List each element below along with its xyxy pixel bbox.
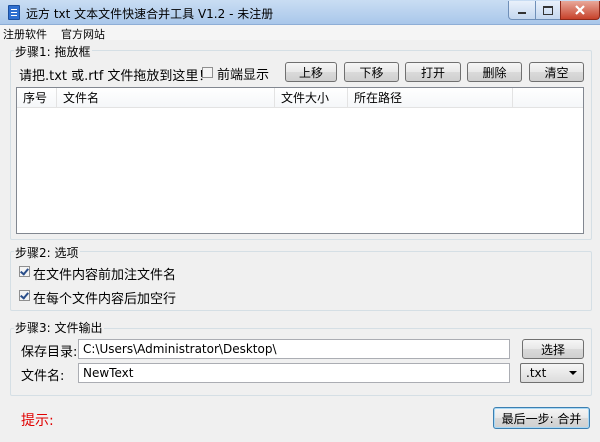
maximize-button[interactable]: [535, 1, 561, 20]
drop-hint: 请把.txt 或.rtf 文件拖放到这里！: [19, 69, 212, 84]
column-filler: [513, 88, 583, 108]
save-dir-label: 保存目录:: [21, 345, 78, 360]
chevron-down-icon: [569, 371, 577, 375]
maximize-icon: [543, 5, 553, 15]
extension-select[interactable]: .txt: [520, 363, 584, 383]
column-index[interactable]: 序号: [17, 88, 57, 108]
append-blankline-checkbox[interactable]: [19, 290, 30, 301]
clear-button[interactable]: 清空: [529, 62, 584, 82]
extension-value: .txt: [526, 366, 547, 380]
file-list[interactable]: 序号 文件名 文件大小 所在路径: [16, 87, 584, 234]
filename-input[interactable]: NewText: [78, 363, 510, 383]
menu-website[interactable]: 官方网站: [61, 26, 105, 42]
topmost-checkbox[interactable]: [202, 67, 213, 78]
menu-register[interactable]: 注册软件: [3, 26, 47, 42]
app-document-icon: [8, 5, 20, 20]
delete-button[interactable]: 删除: [467, 62, 522, 82]
minimize-button[interactable]: [508, 1, 536, 20]
append-blankline-label: 在每个文件内容后加空行: [33, 292, 177, 307]
close-button[interactable]: [560, 1, 600, 20]
step3-label: 步骤3: 文件输出: [14, 319, 104, 336]
filename-label: 文件名:: [21, 369, 65, 384]
column-filename[interactable]: 文件名: [57, 88, 275, 108]
save-dir-input[interactable]: C:\Users\Administrator\Desktop\: [78, 339, 510, 359]
step1-label: 步骤1: 拖放框: [14, 43, 92, 60]
move-up-button[interactable]: 上移: [285, 62, 337, 82]
topmost-label: 前端显示: [217, 68, 270, 83]
browse-button[interactable]: 选择: [522, 339, 584, 359]
column-filesize[interactable]: 文件大小: [275, 88, 348, 108]
column-path[interactable]: 所在路径: [348, 88, 513, 108]
tip-label: 提示:: [21, 413, 54, 429]
step2-label: 步骤2: 选项: [14, 244, 80, 261]
minimize-icon: [518, 12, 526, 14]
close-icon: [575, 5, 585, 15]
window-title: 远方 txt 文本文件快速合并工具 V1.2 - 未注册: [26, 7, 274, 21]
open-button[interactable]: 打开: [405, 62, 461, 82]
move-down-button[interactable]: 下移: [344, 62, 399, 82]
prepend-filename-checkbox[interactable]: [19, 266, 30, 277]
prepend-filename-label: 在文件内容前加注文件名: [33, 268, 177, 283]
merge-button[interactable]: 最后一步: 合并: [493, 407, 590, 429]
